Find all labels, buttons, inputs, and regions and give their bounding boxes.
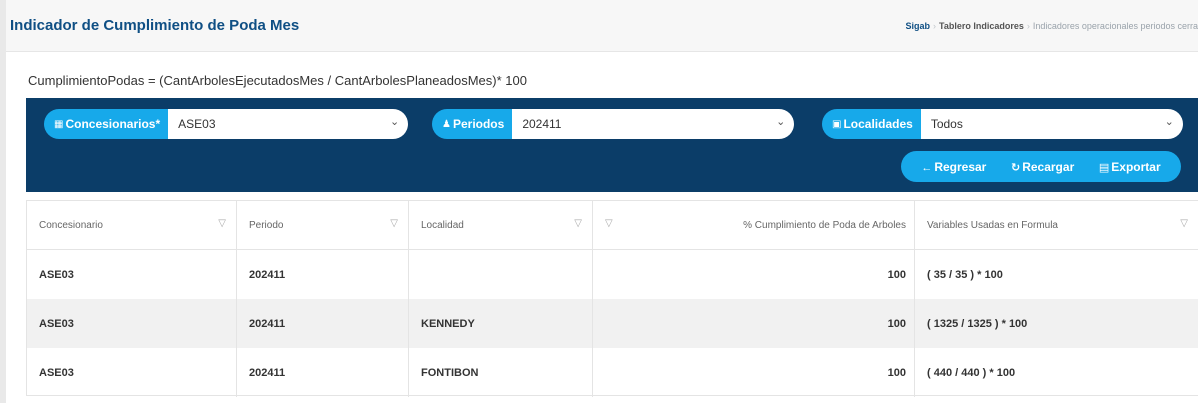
table-row[interactable]: ASE03 202411 KENNEDY 100 ( 1325 / 1325 )… (27, 299, 1198, 348)
left-edge (0, 0, 6, 403)
concesionarios-label-text: Concesionarios* (65, 117, 161, 131)
chevron-down-icon: ⌄ (1164, 116, 1174, 128)
column-header-label: Localidad (421, 219, 464, 231)
page-header: Indicador de Cumplimiento de Poda Mes Si… (6, 0, 1198, 52)
concesionarios-label: ▦ Concesionarios* (44, 109, 169, 139)
breadcrumb-separator: › (933, 21, 937, 31)
concesionarios-value: ASE03 (178, 117, 216, 131)
page-title: Indicador de Cumplimiento de Poda Mes (10, 17, 300, 34)
localidades-label-text: Localidades (843, 117, 913, 131)
table-row[interactable]: ASE03 202411 100 ( 35 / 35 ) * 100 (27, 250, 1198, 299)
recargar-button[interactable]: ↻ Recargar (1011, 160, 1074, 174)
concesionarios-filter: ▦ Concesionarios* ASE03 ⌄ (44, 109, 409, 139)
localidades-select[interactable]: Todos ⌄ (920, 109, 1183, 139)
filter-icon[interactable]: ▽ (1180, 218, 1188, 229)
column-header-label: Periodo (249, 219, 284, 231)
column-header-cumplimiento[interactable]: ▽ % Cumplimiento de Poda de Arboles (593, 201, 915, 249)
cell-localidad: KENNEDY (409, 299, 593, 348)
cell-variables: ( 440 / 440 ) * 100 (915, 348, 1198, 397)
filter-panel: ▦ Concesionarios* ASE03 ⌄ ♟ Periodos 202… (26, 98, 1198, 192)
person-icon: ♟ (442, 118, 451, 130)
cell-periodo: 202411 (237, 299, 409, 348)
cell-periodo: 202411 (237, 250, 409, 299)
localidades-filter: ▣ Localidades Todos ⌄ (822, 109, 1183, 139)
cell-concesionario: ASE03 (27, 250, 237, 299)
periodos-label: ♟ Periodos (432, 109, 513, 139)
table-header-row: Concesionario ▽ Periodo ▽ Localidad ▽ ▽ … (27, 201, 1198, 250)
breadcrumb-home[interactable]: Sigab (906, 21, 931, 31)
chevron-down-icon: ⌄ (776, 116, 786, 128)
column-header-label: Concesionario (39, 219, 103, 231)
column-header-localidad[interactable]: Localidad ▽ (409, 201, 593, 249)
filter-icon[interactable]: ▽ (390, 218, 398, 229)
cell-variables: ( 35 / 35 ) * 100 (915, 250, 1198, 299)
cell-concesionario: ASE03 (27, 348, 237, 397)
localidades-value: Todos (930, 117, 963, 131)
periodos-label-text: Periodos (452, 117, 505, 131)
table-row[interactable]: ASE03 202411 FONTIBON 100 ( 440 / 440 ) … (27, 348, 1198, 397)
chevron-down-icon: ⌄ (389, 116, 400, 128)
regresar-button[interactable]: ← Regresar (921, 160, 986, 174)
filter-icon[interactable]: ▽ (605, 218, 613, 229)
map-icon: ▣ (832, 118, 842, 130)
cell-localidad: FONTIBON (409, 348, 593, 397)
cell-periodo: 202411 (237, 348, 409, 397)
cell-localidad (409, 250, 593, 299)
concesionarios-select[interactable]: ASE03 ⌄ (168, 109, 409, 139)
refresh-icon: ↻ (1010, 161, 1021, 174)
file-icon: ▤ (1098, 161, 1110, 174)
periodos-select[interactable]: 202411 ⌄ (512, 109, 795, 139)
column-header-concesionario[interactable]: Concesionario ▽ (27, 201, 237, 249)
column-header-label: Variables Usadas en Formula (927, 219, 1058, 231)
column-header-label: % Cumplimiento de Poda de Arboles (743, 219, 906, 231)
action-bar: ← Regresar ↻ Recargar ▤ Exportar (901, 151, 1181, 182)
filter-icon[interactable]: ▽ (218, 218, 226, 229)
breadcrumb: Sigab › Tablero Indicadores › Indicadores op… (906, 21, 1198, 31)
cell-cumplimiento: 100 (593, 250, 915, 299)
results-table: Concesionario ▽ Periodo ▽ Localidad ▽ ▽ … (26, 200, 1198, 397)
formula-text: CumplimientoPodas = (CantArbolesEjecutad… (28, 73, 527, 88)
exportar-label: Exportar (1111, 159, 1161, 174)
cell-variables: ( 1325 / 1325 ) * 100 (915, 299, 1198, 348)
recargar-label: Recargar (1022, 159, 1075, 174)
breadcrumb-tablero[interactable]: Tablero Indicadores (939, 21, 1024, 31)
regresar-label: Regresar (934, 159, 987, 174)
breadcrumb-current: Indicadores operacionales periodos cerra (1032, 21, 1198, 31)
cell-cumplimiento: 100 (593, 348, 915, 397)
breadcrumb-separator: › (1026, 21, 1030, 31)
cell-cumplimiento: 100 (593, 299, 915, 348)
periodos-value: 202411 (522, 117, 562, 131)
filter-icon[interactable]: ▽ (574, 218, 582, 229)
localidades-label: ▣ Localidades (822, 109, 921, 139)
column-header-variables[interactable]: Variables Usadas en Formula ▽ (915, 201, 1198, 249)
column-header-periodo[interactable]: Periodo ▽ (237, 201, 409, 249)
arrow-left-icon: ← (921, 161, 933, 174)
cell-concesionario: ASE03 (27, 299, 237, 348)
periodos-filter: ♟ Periodos 202411 ⌄ (432, 109, 795, 139)
building-icon: ▦ (54, 118, 64, 130)
exportar-button[interactable]: ▤ Exportar (1099, 160, 1161, 174)
